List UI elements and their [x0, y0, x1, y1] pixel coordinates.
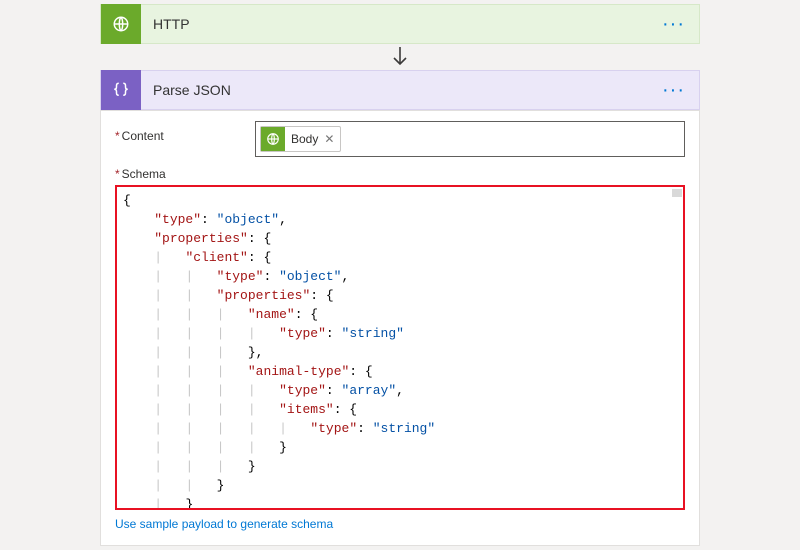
- parse-json-card-title: Parse JSON: [141, 82, 658, 98]
- scrollbar-thumb[interactable]: [672, 189, 682, 197]
- required-asterisk: *: [115, 167, 120, 181]
- content-label: *Content: [115, 121, 255, 143]
- braces-icon: [101, 70, 141, 110]
- parse-json-more-icon[interactable]: ···: [658, 81, 689, 99]
- http-icon: [101, 4, 141, 44]
- parse-json-card-body: *Content Body ✕: [100, 110, 700, 546]
- http-trigger-card[interactable]: HTTP ···: [100, 4, 700, 44]
- use-sample-payload-link[interactable]: Use sample payload to generate schema: [115, 517, 333, 531]
- token-label: Body: [291, 132, 318, 146]
- parse-json-card-header[interactable]: Parse JSON ···: [100, 70, 700, 110]
- connector-arrow: [0, 44, 800, 70]
- http-more-icon[interactable]: ···: [658, 15, 689, 33]
- token-remove-icon[interactable]: ✕: [324, 132, 334, 146]
- content-row: *Content Body ✕: [115, 121, 685, 157]
- required-asterisk: *: [115, 129, 120, 143]
- schema-editor[interactable]: { "type": "object", "properties": { | "c…: [115, 185, 685, 510]
- schema-label: *Schema: [115, 167, 685, 181]
- schema-row: *Schema { "type": "object", "properties"…: [115, 167, 685, 531]
- http-card-title: HTTP: [141, 16, 658, 32]
- http-icon: [261, 127, 285, 151]
- body-token-chip[interactable]: Body ✕: [260, 126, 341, 152]
- content-input[interactable]: Body ✕: [255, 121, 685, 157]
